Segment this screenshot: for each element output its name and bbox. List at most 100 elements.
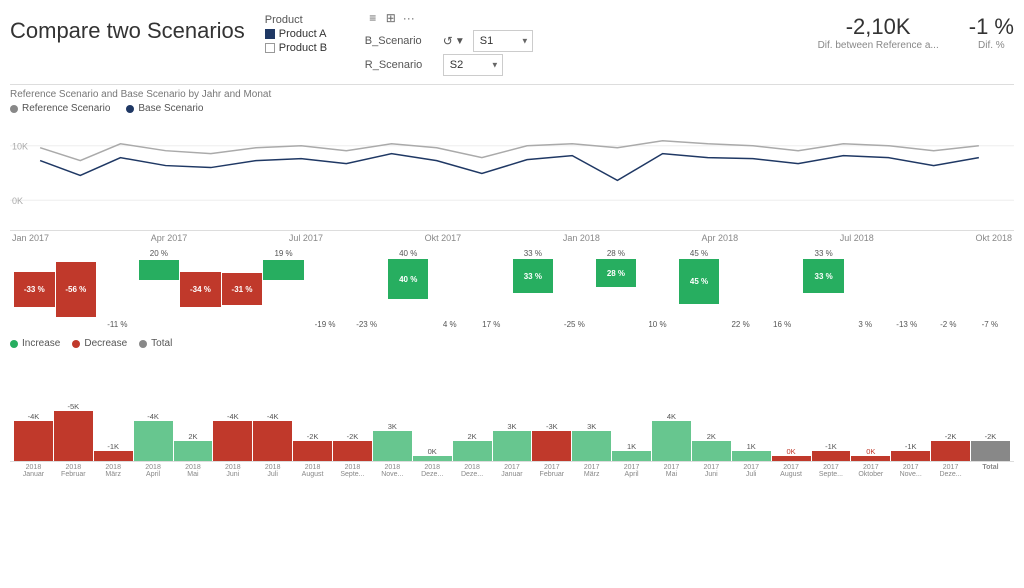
refresh-icon[interactable]: ↺ [443,34,453,48]
pct-bar-1-value: -33 % [14,272,55,307]
pct-bar-13-top: 33 % [524,249,542,258]
pct-bar-19: 16 % [762,249,803,329]
wf-x-17: 2017Mai [652,464,691,478]
kpi-section: -2,10K Dif. between Reference a... -1 % … [818,10,1014,51]
r-scenario-select-wrapper[interactable]: S2 S1 [443,54,503,76]
wf-bar-22-fill [851,456,890,461]
r-scenario-select[interactable]: S2 S1 [443,54,503,76]
pct-bar-7-top: 19 % [274,249,292,258]
wf-bar-8: -2K [293,432,332,461]
pct-bar-16: 10 % [637,249,678,329]
main-container: Compare two Scenarios Product Product A … [0,0,1024,588]
wf-bar-3: -1K [94,442,133,461]
pct-bar-8: -19 % [305,249,346,329]
wf-bar-19: 1K [732,442,771,461]
more-icon[interactable]: ··· [401,10,417,26]
product-a-label: Product A [279,28,327,40]
wf-x-13: 2017Januar [493,464,532,478]
pct-bar-13: 33 % 33 % [513,249,554,329]
wf-x-8: 2018August [293,464,332,478]
waterfall-bars-container: -4K -5K -1K -4K 2K -4K [10,352,1014,462]
reference-scenario-legend: Reference Scenario [10,103,110,114]
wf-x-5: 2018Mai [174,464,213,478]
wf-bar-2: -5K [54,402,93,461]
pct-bar-3-label: -11 % [107,320,127,329]
b-scenario-select[interactable]: S1 S2 [473,30,533,52]
pct-bar-24-label: -7 % [982,320,998,329]
pct-bar-7: 19 % [263,249,304,329]
waterfall-section: Increase Decrease Total -4K -5K -1K [10,338,1014,488]
pct-bar-21-label: 3 % [858,320,872,329]
pct-bar-23: -2 % [928,249,969,329]
increase-legend: Increase [10,338,60,349]
total-label: Total [151,338,172,349]
wf-bar-21: -1K [812,442,851,461]
line-chart-subtitle: Reference Scenario and Base Scenario by … [10,89,1014,100]
wf-x-total: Total [971,464,1010,478]
wf-x-22: 2017Oktober [851,464,890,478]
wf-x-23: 2017Nove... [891,464,930,478]
wf-x-12: 2018Deze... [453,464,492,478]
pct-bar-1: -33 % [14,272,55,307]
wf-bar-9: -2K [333,432,372,461]
pct-bar-19-label: 16 % [773,320,791,329]
r-scenario-label: R_Scenario [365,59,435,71]
wf-bar-21-fill [812,451,851,461]
x-label-jan17: Jan 2017 [12,233,49,243]
wf-bar-15-fill [572,431,611,461]
b-scenario-label: B_Scenario [365,35,435,47]
wf-bar-17: 4K [652,412,691,461]
wf-bar-total: -2K [971,432,1010,461]
pct-bar-24: -7 % [970,249,1011,329]
x-label-jul18: Jul 2018 [840,233,874,243]
pct-bar-17: 45 % 45 % [679,249,720,329]
pct-bar-10-value: 40 % [388,259,429,299]
wf-bar-19-fill [732,451,771,461]
x-label-okt18: Okt 2018 [975,233,1012,243]
pct-bar-10-top: 40 % [399,249,417,258]
wf-bar-4-fill [134,421,173,461]
pct-bar-14-label: -25 % [564,320,585,329]
product-a-icon [265,29,275,39]
line-chart-legend: Reference Scenario Base Scenario [10,103,1014,114]
kpi-dif-label: Dif. between Reference a... [818,40,939,51]
decrease-legend: Decrease [72,338,127,349]
total-legend: Total [139,338,172,349]
wf-bar-10-fill [373,431,412,461]
wf-bar-1-fill [14,421,53,461]
header-divider [10,84,1014,85]
wf-x-19: 2017Juli [732,464,771,478]
waterfall-legend: Increase Decrease Total [10,338,1014,349]
svg-text:0K: 0K [12,196,23,206]
wf-bar-18: 2K [692,432,731,461]
pct-bar-17-top: 45 % [690,249,708,258]
pct-bar-8-label: -19 % [315,320,336,329]
pct-bar-16-label: 10 % [648,320,666,329]
wf-x-11: 2018Deze... [413,464,452,478]
pct-bar-13-value: 33 % [513,259,554,293]
pct-bar-11-label: 4 % [443,320,457,329]
wf-bar-4: -4K [134,412,173,461]
grid-icon[interactable]: ⊞ [383,10,399,26]
b-scenario-select-wrapper[interactable]: S1 S2 [473,30,533,52]
wf-bar-11: 0K [413,447,452,461]
line-chart-x-axis: Jan 2017 Apr 2017 Jul 2017 Okt 2017 Jan … [10,233,1014,243]
wf-bar-13: 3K [493,422,532,461]
r-scenario-row: R_Scenario S2 S1 [365,54,503,76]
wf-bar-22: 0K [851,447,890,461]
wf-bar-20: 0K [772,447,811,461]
waterfall-x-axis: 2018Januar 2018Februar 2018März 2018Apri… [10,462,1014,478]
pct-bar-15-value: 28 % [596,259,637,287]
product-legend-title: Product [265,14,345,26]
pct-bar-15-top: 28 % [607,249,625,258]
pct-bar-20: 33 % 33 % [803,249,844,329]
chevron-icon-b[interactable]: ▼ [455,36,465,47]
wf-bar-18-fill [692,441,731,461]
wf-bar-16: 1K [612,442,651,461]
increase-label: Increase [22,338,60,349]
filter-icon[interactable]: ≡ [365,10,381,26]
kpi-pct-item: -1 % Dif. % [969,14,1014,51]
wf-x-10: 2018Nove... [373,464,412,478]
wf-x-7: 2018Juli [253,464,292,478]
x-label-jan18: Jan 2018 [563,233,600,243]
